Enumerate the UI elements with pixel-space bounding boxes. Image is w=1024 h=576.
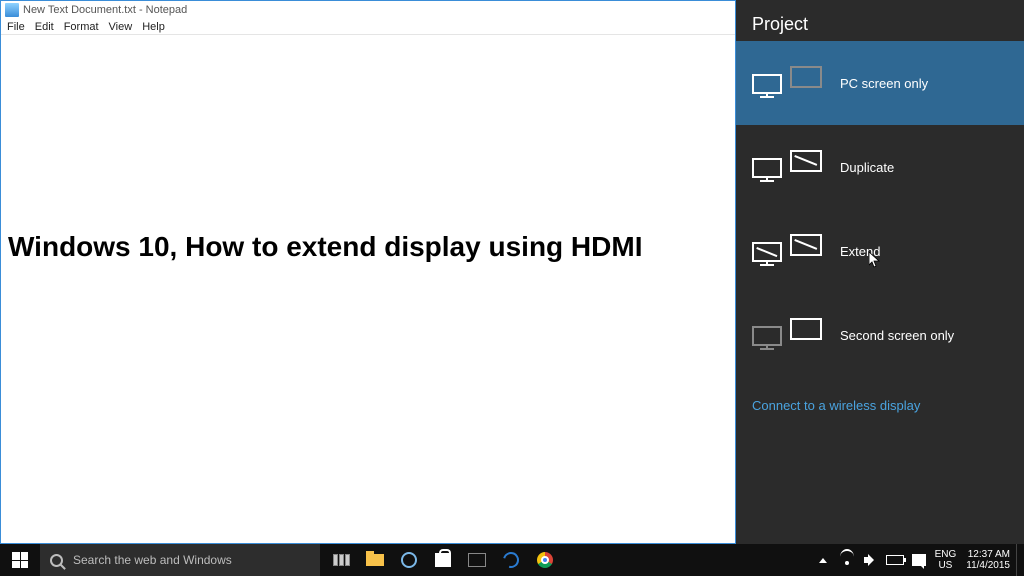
start-button[interactable] — [0, 544, 40, 576]
extend-icon — [752, 234, 822, 268]
cortana-button[interactable] — [392, 544, 426, 576]
tray-overflow-button[interactable] — [811, 544, 835, 576]
chrome-button[interactable] — [528, 544, 562, 576]
volume-icon — [864, 554, 878, 566]
store-button[interactable] — [426, 544, 460, 576]
action-center-button[interactable] — [907, 544, 931, 576]
project-option-label: Second screen only — [840, 328, 954, 343]
show-desktop-button[interactable] — [1016, 544, 1022, 576]
duplicate-icon — [752, 150, 822, 184]
cortana-icon — [401, 552, 417, 568]
project-flyout: Project PC screen only Duplicate Extend … — [736, 0, 1024, 544]
menu-file[interactable]: File — [7, 21, 25, 33]
window-title: New Text Document.txt - Notepad — [23, 4, 187, 16]
windows-logo-icon — [12, 552, 28, 568]
notification-icon — [912, 554, 926, 566]
notepad-titlebar[interactable]: New Text Document.txt - Notepad — [1, 1, 735, 19]
notepad-editor[interactable]: Windows 10, How to extend display using … — [2, 35, 734, 542]
connect-wireless-display-link[interactable]: Connect to a wireless display — [752, 398, 920, 413]
file-explorer-button[interactable] — [358, 544, 392, 576]
second-screen-only-icon — [752, 318, 822, 352]
cmd-button[interactable] — [460, 544, 494, 576]
lang-region: US — [935, 560, 957, 571]
clock-date: 11/4/2015 — [966, 560, 1010, 571]
task-view-button[interactable] — [324, 544, 358, 576]
task-view-icon — [333, 554, 350, 566]
edge-icon — [500, 549, 522, 571]
notepad-window: New Text Document.txt - Notepad File Edi… — [0, 0, 736, 544]
taskbar-search[interactable]: Search the web and Windows — [40, 544, 320, 576]
notepad-menubar: File Edit Format View Help — [1, 19, 735, 35]
clock-button[interactable]: 12:37 AM 11/4/2015 — [960, 549, 1016, 571]
project-option-pc-screen-only[interactable]: PC screen only — [736, 41, 1024, 125]
search-placeholder: Search the web and Windows — [73, 553, 232, 567]
wifi-icon — [840, 555, 854, 565]
project-option-duplicate[interactable]: Duplicate — [736, 125, 1024, 209]
system-tray: ENG US 12:37 AM 11/4/2015 — [811, 544, 1024, 576]
project-option-extend[interactable]: Extend — [736, 209, 1024, 293]
network-button[interactable] — [835, 544, 859, 576]
search-icon — [50, 554, 63, 567]
battery-icon — [886, 555, 904, 565]
cmd-icon — [468, 553, 486, 567]
lang-code: ENG — [935, 549, 957, 560]
project-option-label: PC screen only — [840, 76, 928, 91]
project-option-label: Duplicate — [840, 160, 894, 175]
store-icon — [435, 553, 451, 567]
battery-button[interactable] — [883, 544, 907, 576]
chevron-up-icon — [819, 558, 827, 563]
taskbar: Search the web and Windows ENG US 12:37 … — [0, 544, 1024, 576]
language-button[interactable]: ENG US — [931, 549, 961, 571]
editor-text: Windows 10, How to extend display using … — [8, 231, 728, 263]
menu-edit[interactable]: Edit — [35, 21, 54, 33]
menu-format[interactable]: Format — [64, 21, 99, 33]
menu-view[interactable]: View — [109, 21, 133, 33]
volume-button[interactable] — [859, 544, 883, 576]
project-option-second-screen-only[interactable]: Second screen only — [736, 293, 1024, 377]
pc-screen-only-icon — [752, 66, 822, 100]
edge-button[interactable] — [494, 544, 528, 576]
project-option-label: Extend — [840, 244, 880, 259]
clock-time: 12:37 AM — [966, 549, 1010, 560]
taskbar-pinned-apps — [324, 544, 562, 576]
project-title: Project — [736, 0, 1024, 41]
menu-help[interactable]: Help — [142, 21, 165, 33]
chrome-icon — [537, 552, 553, 568]
folder-icon — [366, 554, 384, 566]
notepad-icon — [5, 3, 19, 17]
